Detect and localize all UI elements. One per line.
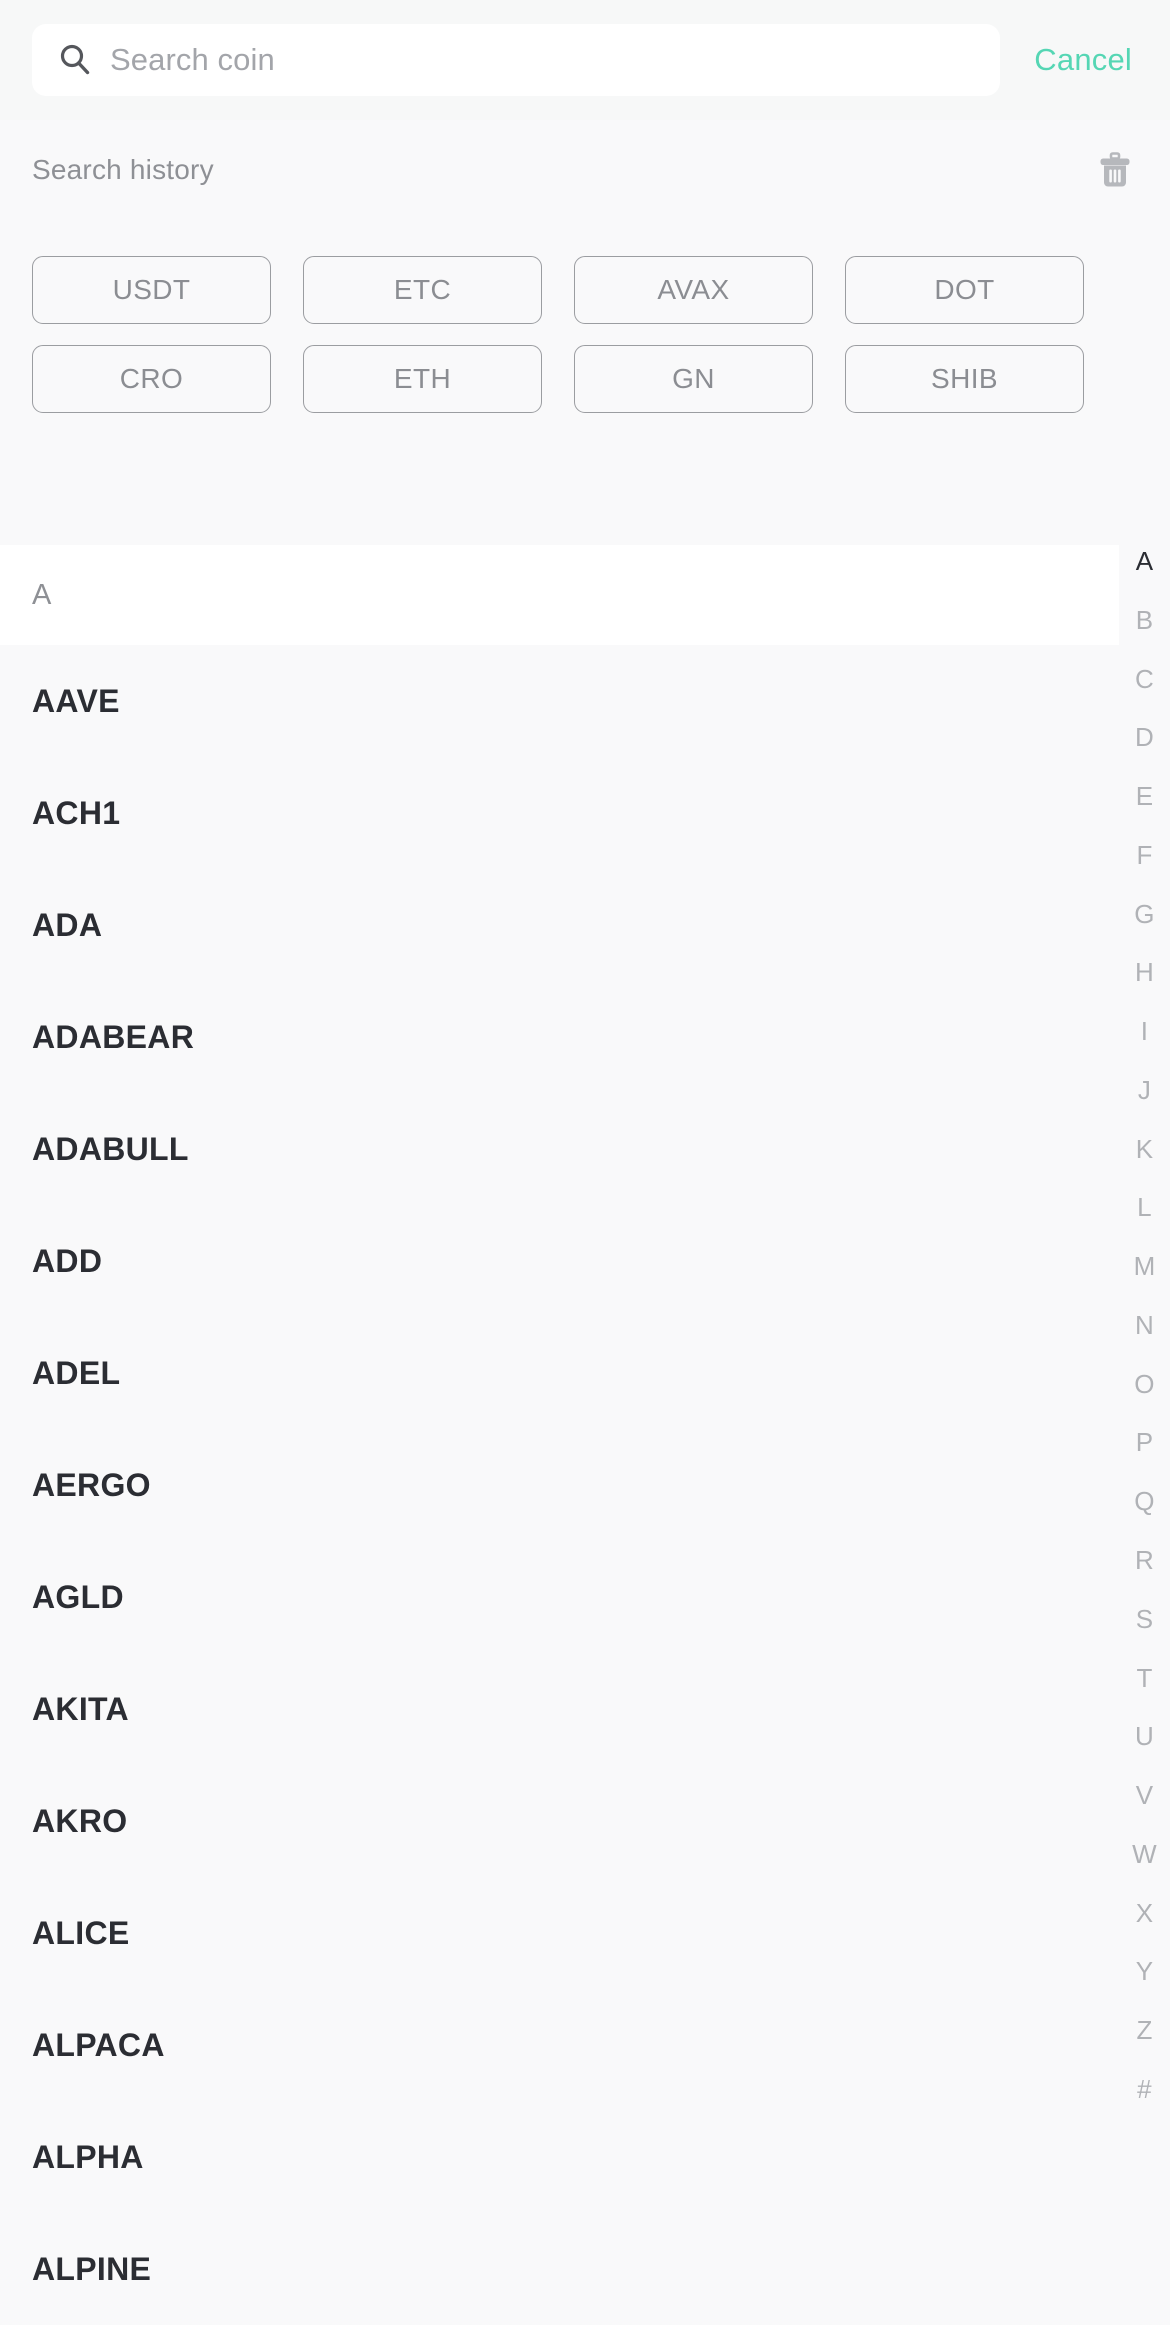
index-letter-s[interactable]: S xyxy=(1119,1606,1170,1632)
coin-name: ADD xyxy=(32,1242,103,1279)
alphabet-index-rail: A B C D E F G H I J K L M N O P Q R S T … xyxy=(1119,540,1170,2110)
history-chip[interactable]: DOT xyxy=(845,256,1084,324)
coin-name: ADEL xyxy=(32,1354,121,1391)
search-input[interactable] xyxy=(110,42,975,78)
coin-list-item[interactable]: ALPHA xyxy=(0,2101,1119,2213)
search-history-title: Search history xyxy=(32,154,214,185)
index-letter-d[interactable]: D xyxy=(1119,724,1170,750)
coin-name: AGLD xyxy=(32,1578,124,1615)
coin-name: ALPINE xyxy=(32,2250,152,2287)
coin-list-item[interactable]: ADABULL xyxy=(0,1093,1119,1205)
search-history-section: Search history USDT ETC AVAX DOT CRO ETH… xyxy=(0,120,1170,545)
coin-name: ALPHA xyxy=(32,2138,144,2175)
index-letter-f[interactable]: F xyxy=(1119,842,1170,868)
index-letter-e[interactable]: E xyxy=(1119,783,1170,809)
index-letter-y[interactable]: Y xyxy=(1119,1958,1170,1984)
coin-list-item[interactable]: ALPACA xyxy=(0,1989,1119,2101)
coin-list-item[interactable]: AGLD xyxy=(0,1541,1119,1653)
index-letter-z[interactable]: Z xyxy=(1119,2017,1170,2043)
history-chip[interactable]: USDT xyxy=(32,256,271,324)
index-letter-c[interactable]: C xyxy=(1119,666,1170,692)
coin-name: ALICE xyxy=(32,1914,130,1951)
index-letter-r[interactable]: R xyxy=(1119,1547,1170,1573)
coin-list-item[interactable]: AKRO xyxy=(0,1765,1119,1877)
index-letter-w[interactable]: W xyxy=(1119,1841,1170,1867)
coin-section-header: A xyxy=(0,545,1119,645)
trash-icon[interactable] xyxy=(1098,152,1138,188)
index-letter-m[interactable]: M xyxy=(1119,1253,1170,1279)
search-icon xyxy=(58,43,110,77)
coin-list-item[interactable]: ADABEAR xyxy=(0,981,1119,1093)
coin-name: AERGO xyxy=(32,1466,151,1503)
index-letter-b[interactable]: B xyxy=(1119,607,1170,633)
index-letter-n[interactable]: N xyxy=(1119,1312,1170,1338)
index-letter-v[interactable]: V xyxy=(1119,1782,1170,1808)
index-letter-u[interactable]: U xyxy=(1119,1723,1170,1749)
index-letter-hash[interactable]: # xyxy=(1119,2076,1170,2102)
search-history-header: Search history xyxy=(32,140,1138,200)
index-letter-i[interactable]: I xyxy=(1119,1018,1170,1044)
coin-name: ADA xyxy=(32,906,103,943)
coin-name: ADABULL xyxy=(32,1130,189,1167)
index-letter-j[interactable]: J xyxy=(1119,1077,1170,1103)
search-history-chips: USDT ETC AVAX DOT CRO ETH GN SHIB xyxy=(32,256,1138,413)
index-letter-x[interactable]: X xyxy=(1119,1900,1170,1926)
coin-list-item[interactable]: ADA xyxy=(0,869,1119,981)
cancel-button[interactable]: Cancel xyxy=(1034,42,1132,78)
coin-list-item[interactable]: AKITA xyxy=(0,1653,1119,1765)
coin-list-item[interactable]: ADEL xyxy=(0,1317,1119,1429)
coin-list-item[interactable]: AAVE xyxy=(0,645,1119,757)
coin-list-item[interactable]: ADD xyxy=(0,1205,1119,1317)
coin-name: ACH1 xyxy=(32,794,121,831)
index-letter-k[interactable]: K xyxy=(1119,1136,1170,1162)
coin-section-header-label: A xyxy=(32,578,52,611)
index-letter-o[interactable]: O xyxy=(1119,1371,1170,1397)
history-chip[interactable]: CRO xyxy=(32,345,271,413)
coin-list-item[interactable]: AERGO xyxy=(0,1429,1119,1541)
history-chip[interactable]: GN xyxy=(574,345,813,413)
search-field[interactable] xyxy=(32,24,1001,96)
coin-name: AAVE xyxy=(32,682,120,719)
history-chip[interactable]: AVAX xyxy=(574,256,813,324)
coin-list-item[interactable]: ALICE xyxy=(0,1877,1119,1989)
index-letter-l[interactable]: L xyxy=(1119,1194,1170,1220)
coin-name: AKITA xyxy=(32,1690,129,1727)
coin-list-item[interactable]: ACH1 xyxy=(0,757,1119,869)
history-chip[interactable]: SHIB xyxy=(845,345,1084,413)
index-letter-a[interactable]: A xyxy=(1119,548,1170,574)
coin-name: ALPACA xyxy=(32,2026,165,2063)
index-letter-h[interactable]: H xyxy=(1119,959,1170,985)
index-letter-p[interactable]: P xyxy=(1119,1429,1170,1455)
coin-name: ADABEAR xyxy=(32,1018,195,1055)
history-chip[interactable]: ETH xyxy=(303,345,542,413)
index-letter-t[interactable]: T xyxy=(1119,1665,1170,1691)
coin-name: AKRO xyxy=(32,1802,128,1839)
coin-list-item[interactable]: ALPINE xyxy=(0,2213,1119,2325)
coin-list: A AAVE ACH1 ADA ADABEAR ADABULL ADD ADEL… xyxy=(0,545,1170,2325)
index-letter-q[interactable]: Q xyxy=(1119,1488,1170,1514)
index-letter-g[interactable]: G xyxy=(1119,901,1170,927)
history-chip[interactable]: ETC xyxy=(303,256,542,324)
search-bar: Cancel xyxy=(0,0,1170,120)
